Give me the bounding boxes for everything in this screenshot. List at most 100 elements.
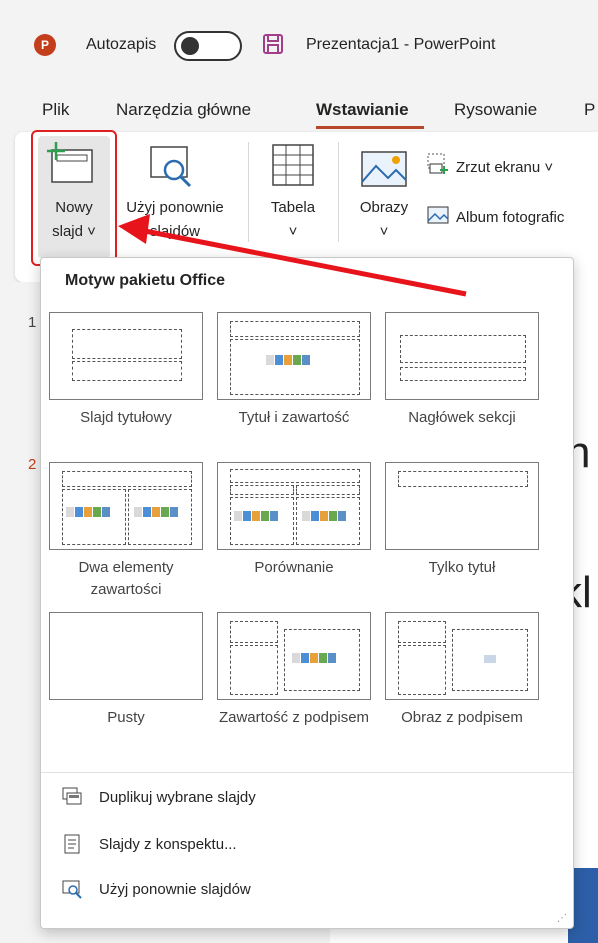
layout-thumbnail (217, 462, 371, 550)
images-label[interactable]: Obrazy (348, 196, 420, 220)
content-icons (302, 511, 346, 521)
reuse-slides-item[interactable]: Użyj ponownie slajdów (61, 875, 251, 903)
title-bar: P Autozapis Prezentacja1 - PowerPoint (0, 0, 598, 84)
new-slide-dropdown: Motyw pakietu Office Slajd tytułowy Tytu… (40, 257, 574, 929)
resize-grip-icon[interactable]: ⋰ (557, 913, 567, 924)
thumbnail-number[interactable]: 1 (28, 314, 36, 331)
document-title: Prezentacja1 - PowerPoint (306, 36, 496, 53)
duplicate-icon (62, 787, 82, 805)
new-slide-label-2: slajd ˅ (52, 223, 96, 240)
content-icons (266, 355, 310, 365)
layout-name: Obraz z podpisem (401, 709, 523, 726)
layout-content-caption[interactable]: Zawartość z podpisem (217, 612, 371, 729)
photo-album-icon[interactable] (426, 204, 450, 226)
layout-thumbnail (217, 312, 371, 400)
toggle-knob (181, 37, 199, 55)
outline-icon (64, 834, 80, 854)
reuse-icon (62, 880, 82, 899)
content-icons (234, 511, 278, 521)
layout-title-only[interactable]: Tylko tytuł (385, 462, 539, 579)
placeholder-box (128, 489, 192, 545)
layout-thumbnail (49, 312, 203, 400)
reuse-slides-label-1[interactable]: Użyj ponownie (112, 196, 238, 220)
placeholder-box (230, 339, 360, 395)
placeholder-box (398, 645, 446, 695)
placeholder-box (72, 361, 182, 381)
picture-placeholder-icon (484, 655, 496, 663)
table-chevron-icon[interactable]: ˅ (256, 220, 330, 244)
ribbon-tabs: Plik Narzędzia główne Wstawianie Rysowan… (0, 84, 598, 130)
layout-name: Dwa elementy zawartości (78, 559, 174, 598)
new-slide-icon (47, 142, 93, 183)
placeholder-box (72, 329, 182, 359)
layout-thumbnail (49, 612, 203, 700)
placeholder-box (398, 621, 446, 643)
placeholder-box (230, 645, 278, 695)
slides-from-outline-item[interactable]: Slajdy z konspektu... (61, 830, 237, 858)
menu-item-label: Duplikuj wybrane slajdy (99, 788, 256, 806)
placeholder-box (230, 469, 360, 483)
content-icons (134, 507, 178, 517)
tab-file[interactable]: Plik (42, 100, 69, 120)
placeholder-box (62, 471, 192, 487)
thumbnail-pane (0, 282, 40, 943)
tab-draw[interactable]: Rysowanie (454, 100, 537, 120)
content-icons (292, 653, 336, 663)
layout-blank[interactable]: Pusty (49, 612, 203, 729)
placeholder-box (400, 367, 526, 381)
layout-name: Pusty (107, 709, 145, 726)
table-icon[interactable] (270, 142, 316, 188)
placeholder-box (400, 335, 526, 363)
layout-name: Slajd tytułowy (80, 409, 172, 426)
reuse-slides-label-2: slajdów (149, 223, 201, 240)
images-chevron-icon[interactable]: ˅ (348, 220, 420, 244)
save-icon[interactable] (262, 33, 284, 55)
tab-home[interactable]: Narzędzia główne (116, 100, 251, 120)
placeholder-box (296, 497, 360, 545)
layout-name: Nagłówek sekcji (408, 409, 516, 426)
layout-comparison[interactable]: Porównanie (217, 462, 371, 579)
placeholder-box (62, 489, 126, 545)
placeholder-box (398, 471, 528, 487)
table-label[interactable]: Tabela (256, 196, 330, 220)
screenshot-icon[interactable] (426, 152, 448, 176)
menu-divider (41, 772, 573, 773)
layout-name: Porównanie (254, 559, 334, 576)
duplicate-slides-item[interactable]: Duplikuj wybrane slajdy (61, 783, 256, 811)
placeholder-box (230, 621, 278, 643)
layout-section-header[interactable]: Nagłówek sekcji (385, 312, 539, 429)
photo-album-label[interactable]: Album fotografic (456, 206, 564, 230)
powerpoint-logo-icon: P (34, 34, 56, 56)
layout-name: Tytuł i zawartość (238, 409, 350, 426)
layout-two-content[interactable]: Dwa elementy zawartości (49, 462, 203, 601)
reuse-slides-icon[interactable] (148, 144, 194, 188)
layout-thumbnail (385, 612, 539, 700)
placeholder-box (296, 485, 360, 495)
tab-partial[interactable]: P (584, 100, 595, 120)
menu-item-label: Slajdy z konspektu... (99, 835, 237, 853)
placeholder-box (230, 321, 360, 337)
active-tab-underline (316, 126, 424, 129)
layout-title-slide[interactable]: Slajd tytułowy (49, 312, 203, 429)
images-icon[interactable] (360, 150, 408, 188)
layout-thumbnail (385, 462, 539, 550)
autosave-toggle[interactable] (174, 31, 242, 61)
placeholder-box (230, 485, 294, 495)
autosave-label: Autozapis (86, 36, 157, 53)
thumbnail-number[interactable]: 2 (28, 456, 36, 473)
content-icons (66, 507, 110, 517)
layout-name: Zawartość z podpisem (218, 709, 370, 726)
menu-item-label: Użyj ponownie slajdów (99, 880, 251, 898)
ribbon-separator (248, 142, 249, 242)
screenshot-label[interactable]: Zrzut ekranu ˅ (456, 156, 553, 180)
placeholder-box (230, 497, 294, 545)
new-slide-label-1: Nowy (55, 199, 93, 216)
layout-thumbnail (385, 312, 539, 400)
tab-insert[interactable]: Wstawianie (316, 100, 409, 120)
layout-title-content[interactable]: Tytuł i zawartość (217, 312, 371, 429)
layout-thumbnail (49, 462, 203, 550)
ribbon-separator (338, 142, 339, 242)
layout-name: Tylko tytuł (428, 559, 496, 576)
gallery-heading: Motyw pakietu Office (65, 272, 226, 289)
layout-picture-caption[interactable]: Obraz z podpisem (385, 612, 539, 729)
